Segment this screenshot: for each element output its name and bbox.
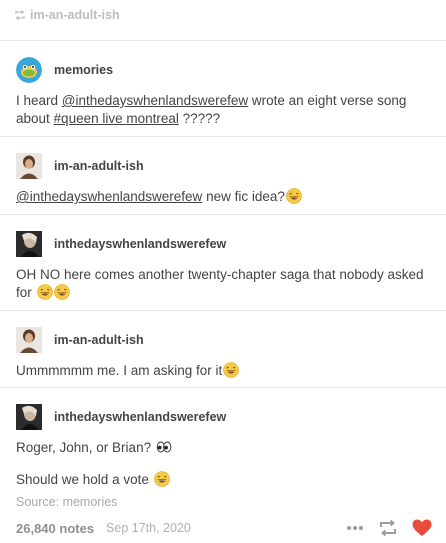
avatar-im-an-adult-ish[interactable] bbox=[16, 327, 42, 353]
username[interactable]: im-an-adult-ish bbox=[54, 333, 144, 347]
post-text: OH NO here comes another twenty-chapter … bbox=[16, 266, 430, 302]
source-label: Source: bbox=[16, 495, 63, 509]
username[interactable]: inthedayswhenlandswerefew bbox=[54, 237, 226, 251]
text-segment: new fic idea? bbox=[202, 189, 285, 204]
post-inthedayswhenlandswerefew: inthedayswhenlandswerefew OH NO here com… bbox=[0, 215, 446, 310]
laughing-emoji-icon bbox=[153, 471, 170, 487]
avatar-inthedayswhenlandswerefew[interactable] bbox=[16, 404, 42, 430]
reblog-header: im-an-adult-ish bbox=[0, 0, 446, 40]
text-segment: Should we hold a vote bbox=[16, 472, 149, 487]
post-inthedayswhenlandswerefew: inthedayswhenlandswerefew Roger, John, o… bbox=[0, 388, 446, 509]
reblog-icon[interactable] bbox=[378, 519, 398, 537]
post-text: Ummmmmm me. I am asking for it bbox=[16, 362, 430, 380]
post-source: Source: memories bbox=[16, 495, 430, 509]
post-text: @inthedayswhenlandswerefew new fic idea? bbox=[16, 188, 430, 206]
paragraph: Roger, John, or Brian? bbox=[16, 439, 430, 457]
paragraph: Should we hold a vote bbox=[16, 471, 430, 489]
text-segment: ????? bbox=[178, 111, 221, 126]
text-segment: Roger, John, or Brian? bbox=[16, 440, 152, 455]
username[interactable]: im-an-adult-ish bbox=[54, 159, 144, 173]
post-im-an-adult-ish: im-an-adult-ish @inthedayswhenlandsweref… bbox=[0, 137, 446, 214]
post-im-an-adult-ish: im-an-adult-ish Ummmmmm me. I am asking … bbox=[0, 311, 446, 387]
source-link[interactable]: memories bbox=[63, 495, 118, 509]
more-icon[interactable] bbox=[346, 525, 364, 531]
avatar-inthedayswhenlandswerefew[interactable] bbox=[16, 231, 42, 257]
laughing-emoji-icon bbox=[223, 362, 240, 378]
username[interactable]: memories bbox=[54, 63, 113, 77]
laughing-emoji-icon bbox=[53, 284, 70, 300]
mention-link[interactable]: @inthedayswhenlandswerefew bbox=[16, 189, 202, 204]
post-footer: 26,840 notes Sep 17th, 2020 bbox=[0, 513, 446, 543]
notes-count[interactable]: 26,840 notes bbox=[16, 521, 94, 536]
tag-link[interactable]: #queen live montreal bbox=[54, 111, 179, 126]
text-segment: Ummmmmm me. I am asking for it bbox=[16, 363, 223, 378]
post-text: I heard @inthedayswhenlandswerefew wrote… bbox=[16, 92, 430, 128]
laughing-emoji-icon bbox=[36, 284, 53, 300]
reblogged-from-username[interactable]: im-an-adult-ish bbox=[30, 8, 120, 22]
post-actions bbox=[346, 519, 432, 537]
username[interactable]: inthedayswhenlandswerefew bbox=[54, 410, 226, 424]
reblog-icon bbox=[15, 10, 25, 20]
avatar-im-an-adult-ish[interactable] bbox=[16, 153, 42, 179]
eyes-emoji-icon bbox=[156, 441, 172, 453]
laughing-emoji-icon bbox=[286, 188, 302, 204]
heart-icon[interactable] bbox=[412, 519, 432, 537]
text-segment: OH NO here comes another twenty-chapter … bbox=[16, 267, 424, 300]
mention-link[interactable]: @inthedayswhenlandswerefew bbox=[62, 93, 248, 108]
avatar-memories[interactable] bbox=[16, 57, 42, 83]
post-date[interactable]: Sep 17th, 2020 bbox=[106, 521, 191, 535]
post-memories: memories I heard @inthedayswhenlandswere… bbox=[0, 41, 446, 136]
post-text: Roger, John, or Brian? Should we hold a … bbox=[16, 439, 430, 489]
text-segment: I heard bbox=[16, 93, 62, 108]
